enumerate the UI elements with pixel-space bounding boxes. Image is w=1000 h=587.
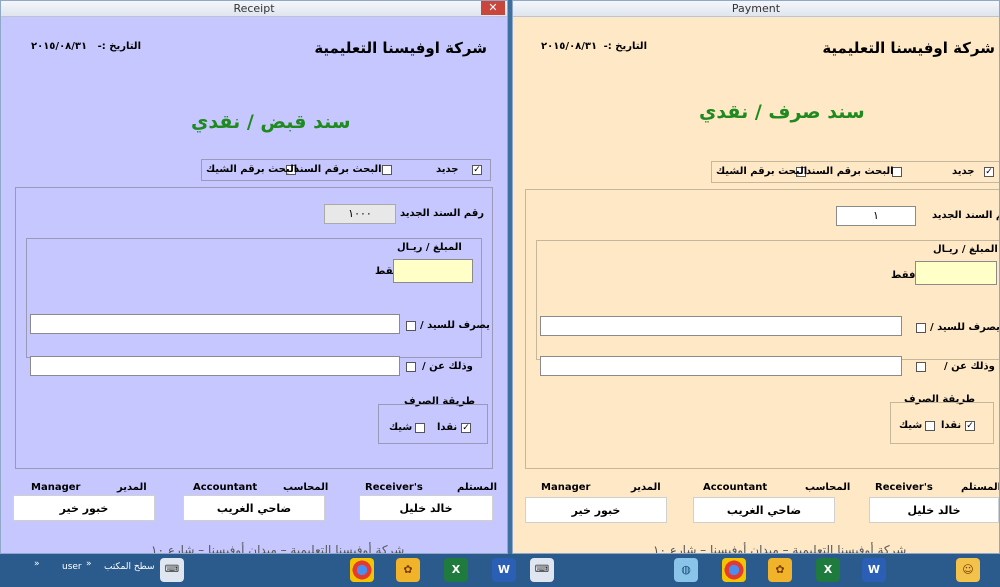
paint-icon[interactable]: ✿ [396, 558, 420, 582]
payment-accountant-ar: المحاسب [805, 482, 851, 493]
keyboard-icon-2[interactable]: ⌨ [530, 558, 554, 582]
receipt-for-field[interactable] [30, 356, 400, 376]
payment-cash-label: نقدا [941, 420, 962, 431]
receipt-new-label: جديد [436, 164, 459, 175]
payment-search-check-label: البحث برقم الشيك [716, 166, 808, 177]
payment-pay-to-checkbox[interactable] [916, 323, 926, 333]
payment-only-label: فقط [891, 270, 916, 281]
payment-accountant-en: Accountant [703, 482, 768, 493]
excel-icon-2[interactable]: X [816, 558, 840, 582]
receipt-accountant-name: ضاحي الغريب [183, 495, 325, 521]
payment-search-voucher-label: البحث برقم السند [806, 166, 894, 177]
payment-check-checkbox[interactable] [925, 421, 935, 431]
taskbar: » user » سطح المكتب ⌨ ✿ X W ⌨ ◍ ✿ X W ☺ [0, 554, 1000, 587]
receipt-for-checkbox[interactable] [406, 362, 416, 372]
receipt-window-title: Receipt [233, 2, 275, 15]
excel-icon[interactable]: X [444, 558, 468, 582]
payment-receiver-name: خالد خليل [869, 497, 999, 523]
payment-receiver-ar: المستلم [961, 482, 1000, 493]
payment-date-value: ٢٠١٥/٠٨/٣١ [541, 41, 598, 52]
payment-new-label: جديد [952, 166, 975, 177]
taskbar-chevron-2[interactable]: » [86, 559, 92, 569]
receipt-amount-label: المبلغ / ريـال [397, 242, 462, 253]
taskbar-chevron[interactable]: » [34, 559, 40, 569]
taskbar-user[interactable]: user [62, 562, 82, 572]
receipt-new-checkbox[interactable]: ✓ [472, 165, 482, 175]
word-icon[interactable]: W [492, 558, 516, 582]
receipt-window: Receipt ✕ شركة اوفيسنا التعليمية التاريخ… [0, 0, 508, 554]
receipt-search-check-label: البحث برقم الشيك [206, 164, 298, 175]
payment-doc-title: سند صرف / نقدي [699, 101, 865, 123]
receipt-search-voucher-label: البحث برقم السند [294, 164, 382, 175]
receipt-amount-field[interactable] [393, 259, 473, 283]
receipt-titlebar[interactable]: Receipt ✕ [1, 1, 507, 17]
receipt-close-button[interactable]: ✕ [481, 1, 505, 15]
receipt-cash-checkbox[interactable]: ✓ [461, 423, 471, 433]
messenger-icon[interactable]: ☺ [956, 558, 980, 582]
receipt-new-voucher-label: رقم السند الجديد [400, 208, 485, 219]
payment-date-label: التاريخ :- [603, 41, 647, 52]
receipt-pay-to-checkbox[interactable] [406, 321, 416, 331]
receipt-date-label: التاريخ :- [97, 41, 141, 52]
payment-pay-to-label: يصرف للسيد / [930, 322, 1000, 333]
payment-receiver-en: Receiver's [875, 482, 933, 493]
payment-footer: شركة أوفيسنا التعليمية – ميدان أوفيسنا –… [653, 543, 907, 554]
payment-manager-en: Manager [541, 482, 591, 493]
payment-search-options: ✓ جديد البحث برقم السند البحث برقم الشيك [711, 161, 999, 183]
receipt-check-label: شيك [389, 422, 413, 433]
payment-manager-ar: المدير [631, 482, 661, 493]
receipt-pay-to-field[interactable] [30, 314, 400, 334]
receipt-accountant-en: Accountant [193, 482, 258, 493]
word-icon-2[interactable]: W [862, 558, 886, 582]
payment-company-name: شركة اوفيسنا التعليمية [822, 39, 995, 57]
chrome-icon[interactable] [350, 558, 374, 582]
payment-new-voucher-label: رقم السند الجديد [932, 210, 999, 221]
chrome-icon-2[interactable] [722, 558, 746, 582]
receipt-method-panel: ✓ نقدا شيك [378, 404, 488, 444]
payment-for-label: وذلك عن / [944, 361, 995, 372]
receipt-date-value: ٢٠١٥/٠٨/٣١ [31, 41, 88, 52]
payment-titlebar[interactable]: Payment [513, 1, 999, 17]
payment-method-panel: ✓ نقدا شيك [890, 402, 994, 444]
receipt-new-voucher-field[interactable]: ١٠٠٠ [324, 204, 396, 224]
receipt-receiver-ar: المستلم [457, 482, 498, 493]
receipt-search-options: ✓ جديد البحث برقم السند البحث برقم الشيك [201, 159, 491, 181]
payment-form-panel: رقم السند الجديد ١ المبلغ / ريـال فقط يص… [525, 189, 1000, 469]
payment-window-title: Payment [731, 2, 781, 15]
payment-check-label: شيك [899, 420, 923, 431]
receipt-cash-label: نقدا [437, 422, 458, 433]
payment-manager-name: خبور خير [525, 497, 667, 523]
receipt-company-name: شركة اوفيسنا التعليمية [314, 39, 487, 57]
receipt-accountant-ar: المحاسب [283, 482, 329, 493]
paint-icon-2[interactable]: ✿ [768, 558, 792, 582]
receipt-pay-to-label: يصرف للسيد / [420, 320, 490, 331]
receipt-receiver-name: خالد خليل [359, 495, 493, 521]
payment-new-checkbox[interactable]: ✓ [984, 167, 994, 177]
receipt-amount-panel: المبلغ / ريـال فقط [26, 238, 482, 358]
receipt-receiver-en: Receiver's [365, 482, 423, 493]
receipt-footer: شركة أوفيسنا التعليمية – ميدان أوفيسنا –… [151, 543, 405, 554]
payment-for-checkbox[interactable] [916, 362, 926, 372]
receipt-form-panel: رقم السند الجديد ١٠٠٠ المبلغ / ريـال فقط… [15, 187, 493, 469]
payment-pay-to-field[interactable] [540, 316, 902, 336]
receipt-doc-title: سند قبض / نقدي [191, 111, 351, 133]
payment-accountant-name: ضاحي الغريب [693, 497, 835, 523]
receipt-manager-name: خبور خير [13, 495, 155, 521]
receipt-manager-en: Manager [31, 482, 81, 493]
payment-cash-checkbox[interactable]: ✓ [965, 421, 975, 431]
receipt-for-label-text: وذلك عن / [422, 361, 473, 372]
keyboard-icon[interactable]: ⌨ [160, 558, 184, 582]
receipt-manager-ar: المدير [117, 482, 147, 493]
globe-icon[interactable]: ◍ [674, 558, 698, 582]
receipt-search-voucher-checkbox[interactable] [382, 165, 392, 175]
taskbar-desktop[interactable]: سطح المكتب [104, 562, 155, 572]
payment-window: Payment شركة اوفيسنا التعليمية التاريخ :… [512, 0, 1000, 554]
payment-amount-label: المبلغ / ريـال [933, 244, 998, 255]
payment-amount-panel: المبلغ / ريـال فقط [536, 240, 999, 360]
payment-for-field[interactable] [540, 356, 902, 376]
payment-amount-field[interactable] [915, 261, 997, 285]
payment-new-voucher-field[interactable]: ١ [836, 206, 916, 226]
receipt-check-checkbox[interactable] [415, 423, 425, 433]
